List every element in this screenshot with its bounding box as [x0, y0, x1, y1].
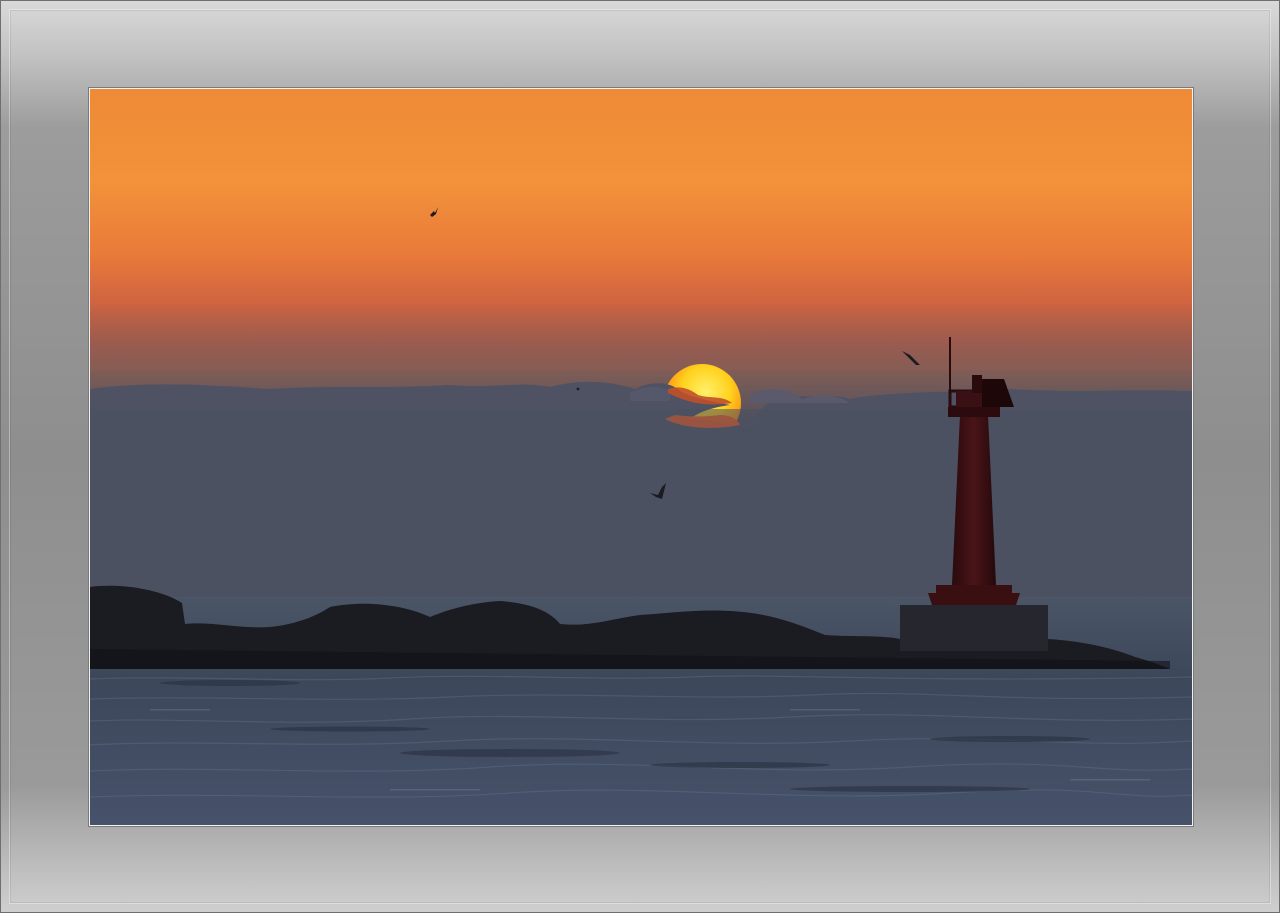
bird-4: [576, 387, 580, 391]
sunset-photo: [90, 89, 1192, 825]
haze: [90, 409, 1192, 599]
lighthouse-base: [900, 605, 1048, 651]
picture-frame: [0, 0, 1280, 913]
photo-mat: [89, 88, 1193, 826]
lighthouse-antenna: [949, 337, 951, 393]
